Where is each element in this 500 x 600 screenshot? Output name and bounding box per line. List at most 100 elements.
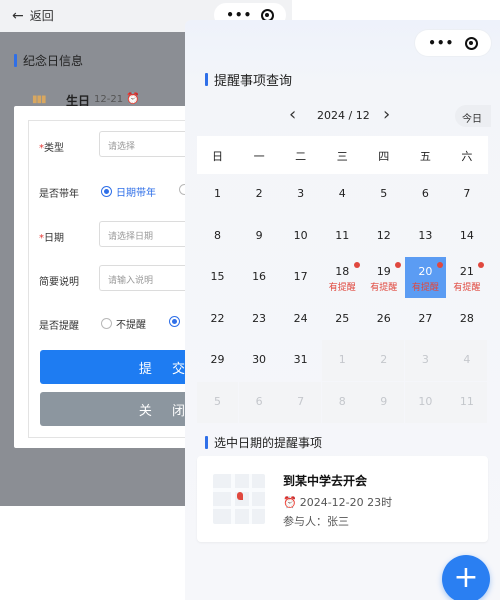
remind-option-off-label: 不提醒 <box>116 320 146 331</box>
calendar-day[interactable]: 4 <box>322 174 363 215</box>
calendar-day[interactable]: 5 <box>197 381 238 423</box>
calendar-day[interactable]: 9 <box>363 381 405 423</box>
desc-label: 简要说明 <box>39 277 79 288</box>
day-number: 28 <box>459 311 474 325</box>
calendar-day[interactable]: 17 <box>280 257 321 298</box>
month-label: 2024 / 12 <box>317 109 370 122</box>
calendar-day[interactable]: 11 <box>446 381 488 423</box>
calendar-day[interactable]: 16 <box>239 257 280 298</box>
year-option-on-label: 日期带年 <box>116 188 156 199</box>
reminder-tag: 有提醒 <box>370 283 398 293</box>
day-number: 30 <box>252 353 267 366</box>
day-number: 6 <box>421 187 429 200</box>
reminder-dot-icon <box>353 262 360 268</box>
day-number: 29 <box>210 353 225 366</box>
event-time: ⏰ 2024-12-20 23时 <box>283 494 392 510</box>
day-number: 12 <box>376 228 391 242</box>
alarm-clock-icon: ⏰ <box>283 495 297 509</box>
selected-section-header: 选中日期的提醒事项 <box>205 434 322 451</box>
calendar-day[interactable]: 7 <box>446 174 487 215</box>
calendar-day[interactable]: 6 <box>238 381 280 423</box>
back-button[interactable]: ← 返回 <box>12 7 54 24</box>
calendar-day[interactable]: 27 <box>405 299 446 340</box>
weekday-label: 三 <box>336 150 348 163</box>
event-time-text: 2024-12-20 23时 <box>299 496 393 509</box>
calendar-day[interactable]: 26 <box>363 299 404 340</box>
chevron-right-icon[interactable]: › <box>383 104 390 125</box>
calendar-day[interactable]: 4 <box>446 340 488 381</box>
calendar-day[interactable]: 11 <box>322 216 363 257</box>
day-number: 3 <box>297 187 305 200</box>
calendar-day[interactable]: 13 <box>405 216 446 257</box>
calendar-day[interactable]: 15 <box>197 257 238 298</box>
day-number: 22 <box>210 311 225 325</box>
calendar-day[interactable]: 1 <box>321 340 363 381</box>
more-icon[interactable]: ••• <box>428 36 454 50</box>
calendar-day[interactable]: 8 <box>197 216 238 257</box>
day-number: 8 <box>338 394 346 408</box>
calendar-day[interactable]: 31 <box>280 340 321 381</box>
day-number: 5 <box>380 187 388 200</box>
event-card[interactable]: 到某中学去开会 ⏰ 2024-12-20 23时 参与人：张三 <box>197 456 488 542</box>
calendar-day[interactable]: 8 <box>321 381 363 423</box>
calendar-day[interactable]: 29 <box>197 340 238 381</box>
day-number: 4 <box>338 187 346 200</box>
accent-bar <box>205 436 208 449</box>
exit-icon[interactable] <box>464 36 478 50</box>
calendar-day[interactable]: 3 <box>404 340 446 381</box>
calendar-day[interactable]: 18 有提醒 <box>322 257 363 298</box>
chevron-left-icon[interactable]: ‹ <box>289 104 296 125</box>
calendar-day[interactable]: 10 <box>404 381 446 423</box>
event-participants: 参与人：张三 <box>283 515 349 528</box>
accent-bar <box>205 73 208 86</box>
calendar-day[interactable]: 10 <box>280 216 321 257</box>
day-number: 25 <box>335 311 350 325</box>
calendar-day[interactable]: 12 <box>363 216 404 257</box>
day-number: 6 <box>255 394 263 408</box>
date-label: *日期 <box>39 233 64 244</box>
day-number: 17 <box>293 270 308 283</box>
calendar-day[interactable]: 28 <box>446 299 487 340</box>
remind-option-off[interactable]: 不提醒 <box>101 316 146 331</box>
calendar-day[interactable]: 21 有提醒 <box>446 257 487 298</box>
calendar-day[interactable]: 9 <box>239 216 280 257</box>
day-number: 7 <box>463 187 471 200</box>
calendar-day-selected[interactable]: 20 有提醒 <box>404 257 446 298</box>
calendar-day[interactable]: 1 <box>197 174 238 215</box>
month-switcher: ‹ 2024 / 12 › 今日 <box>197 96 491 136</box>
calendar-day[interactable]: 19 有提醒 <box>363 257 404 298</box>
day-number: 11 <box>459 394 474 408</box>
day-number: 24 <box>293 311 308 325</box>
calendar-day[interactable]: 6 <box>405 174 446 215</box>
map-pin-icon <box>237 492 243 500</box>
type-label: *类型 <box>39 143 64 154</box>
calendar-day[interactable]: 30 <box>239 340 280 381</box>
today-button[interactable]: 今日 <box>455 105 491 127</box>
calendar-day[interactable]: 5 <box>363 174 404 215</box>
calendar-day[interactable]: 22 <box>197 299 238 340</box>
day-number: 5 <box>214 394 221 408</box>
calendar-day[interactable]: 7 <box>280 381 322 423</box>
calendar-day[interactable]: 25 <box>322 299 363 340</box>
add-reminder-button[interactable]: + <box>442 555 490 600</box>
calendar-day[interactable]: 23 <box>239 299 280 340</box>
calendar-day[interactable]: 2 <box>363 340 405 381</box>
remind-option-on[interactable] <box>169 316 180 327</box>
day-number: 9 <box>380 394 388 408</box>
calendar-day[interactable]: 14 <box>446 216 487 257</box>
radio-checked-icon <box>169 316 180 327</box>
day-number: 2 <box>380 353 388 366</box>
year-option-on[interactable]: 日期带年 <box>101 184 156 199</box>
calendar: ‹ 2024 / 12 › 今日 日一二三四五六 1 2 3 4 5 6 7 8 9 10 11 12… <box>197 96 491 429</box>
alarm-clock-icon: ⏰ <box>126 92 140 105</box>
calendar-day[interactable]: 2 <box>239 174 280 215</box>
day-number: 23 <box>252 311 267 325</box>
weekday-label: 二 <box>295 150 307 163</box>
calendar-day[interactable]: 24 <box>280 299 321 340</box>
radio-checked-icon <box>101 186 112 197</box>
calendar-day[interactable]: 3 <box>280 174 321 215</box>
day-number: 11 <box>335 228 350 242</box>
reminder-tag: 有提醒 <box>328 283 356 293</box>
day-number: 15 <box>210 270 225 283</box>
page-title-text: 提醒事项查询 <box>214 74 293 89</box>
